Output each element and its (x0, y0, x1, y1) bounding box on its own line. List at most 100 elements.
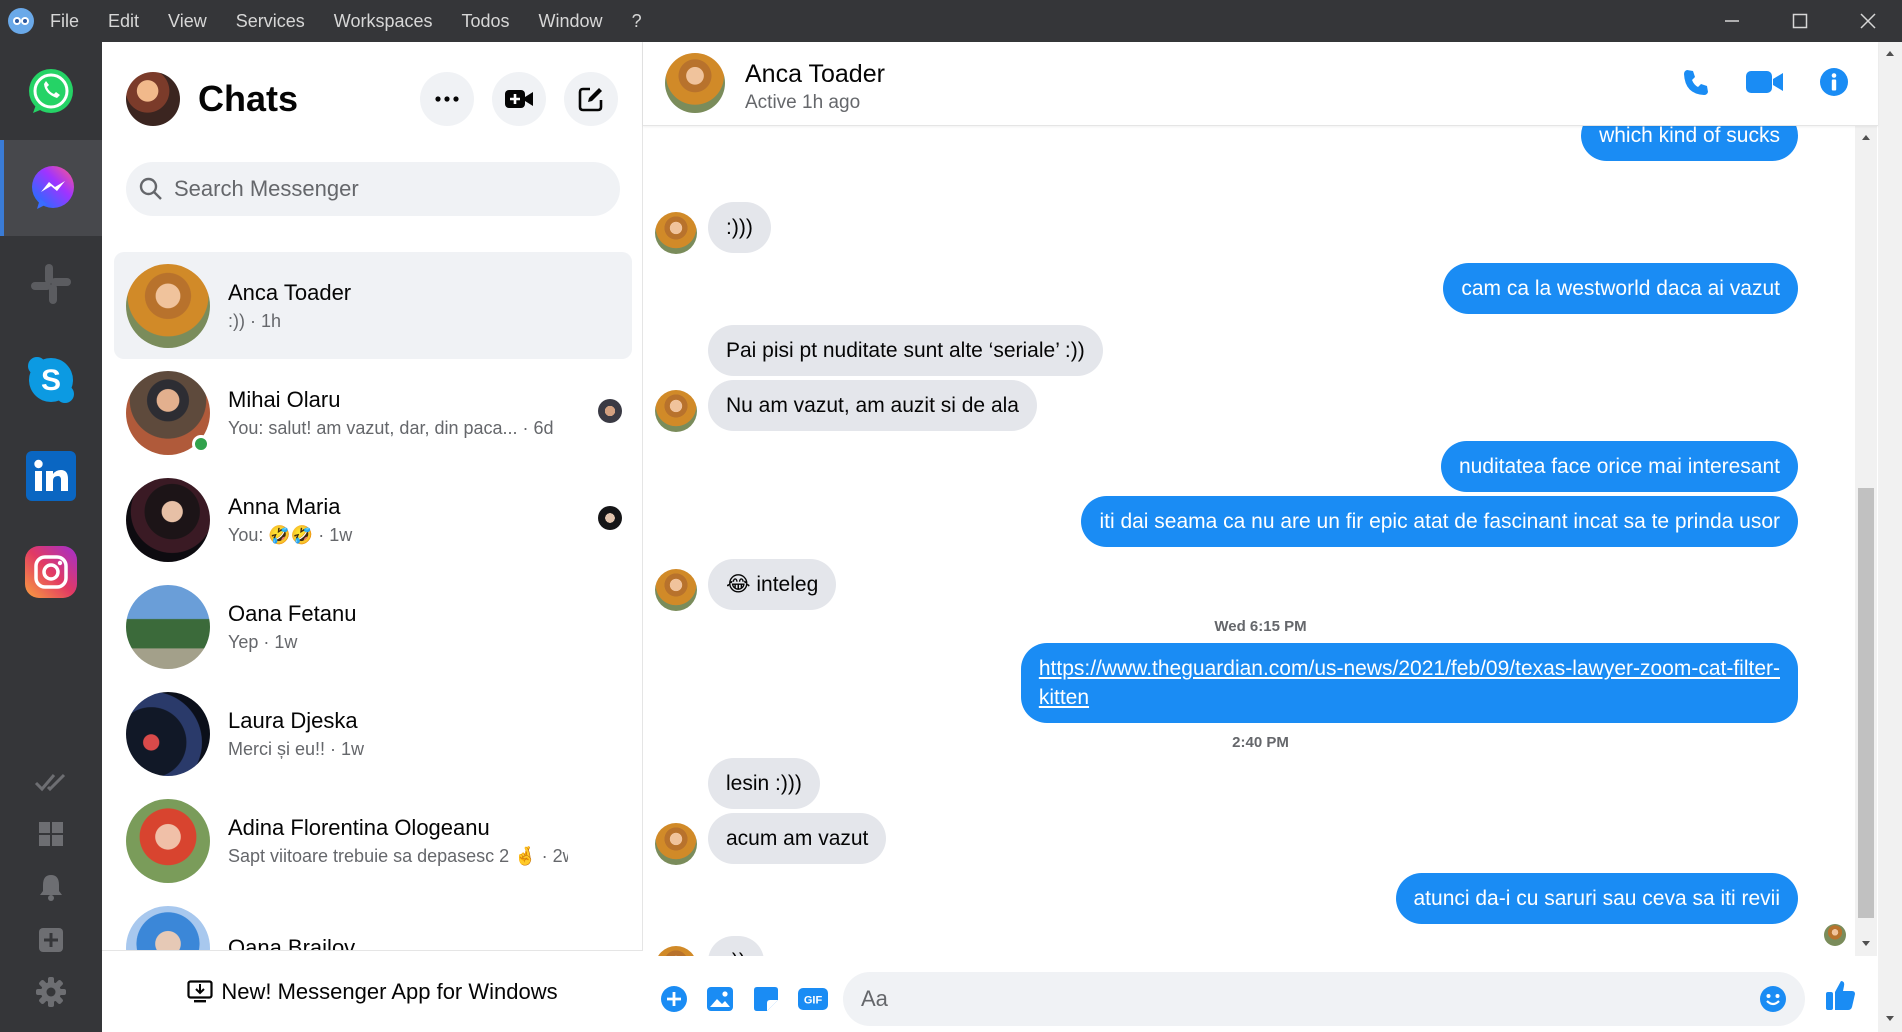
window-scroll-up-icon[interactable] (1878, 46, 1902, 60)
settings-icon (36, 977, 66, 1007)
scroll-down-icon[interactable] (1855, 937, 1877, 951)
conversation-item-oana-brailov[interactable]: Oana Brailov (114, 894, 632, 952)
menu-view[interactable]: View (168, 11, 207, 32)
message-input-box[interactable] (843, 972, 1805, 1026)
contact-name[interactable]: Anca Toader (745, 60, 885, 89)
menu-help[interactable]: ? (632, 11, 642, 32)
window-scroll-down-icon[interactable] (1878, 1012, 1902, 1026)
conversation-name: Anca Toader (228, 279, 352, 305)
conversation-item-mihai-olaru[interactable]: Mihai Olaru You: salut! am vazut, dar, d… (114, 359, 632, 466)
add-service-button[interactable] (0, 920, 102, 960)
conversation-item-anca-toader[interactable]: Anca Toader :)) · 1h (114, 252, 632, 359)
conversation-preview: Sapt viitoare trebuie sa depasesc 2 🤞 · … (228, 845, 568, 866)
message-outgoing: which kind of sucks (1581, 126, 1798, 161)
chats-header: Chats (102, 42, 643, 157)
conversation-item-oana-fetanu[interactable]: Oana Fetanu Yep · 1w (114, 573, 632, 680)
message-incoming: Nu am vazut, am auzit si de ala (708, 380, 1037, 431)
avatar (126, 584, 210, 669)
search-bar[interactable] (126, 162, 620, 216)
conversation-item-anna-maria[interactable]: Anna Maria You: 🤣🤣 · 1w (114, 466, 632, 573)
service-slack[interactable] (0, 236, 102, 332)
message-incoming: 😂 inteleg (708, 559, 837, 610)
scroll-up-icon[interactable] (1855, 130, 1877, 144)
message-incoming: acum am vazut (708, 813, 887, 864)
search-input[interactable] (174, 176, 594, 202)
workspaces-icon (39, 822, 63, 846)
menu-services[interactable]: Services (236, 11, 305, 32)
menu-todos[interactable]: Todos (461, 11, 509, 32)
instagram-icon (25, 546, 77, 598)
service-messenger[interactable] (0, 140, 102, 236)
conversation-pane: Anca Toader Active 1h ago which kind of … (643, 42, 1878, 1032)
message-incoming: Pai pisi pt nuditate sunt alte ‘seriale’… (708, 325, 1103, 376)
service-instagram[interactable] (0, 524, 102, 620)
workspaces-button[interactable] (0, 814, 102, 854)
avatar (126, 263, 210, 348)
conversation-item-laura-djeska[interactable]: Laura Djeska Merci și eu!! · 1w (114, 680, 632, 787)
svg-text:S: S (41, 364, 61, 397)
close-icon (1860, 13, 1876, 29)
search-icon (139, 177, 162, 200)
menu-edit[interactable]: Edit (108, 11, 139, 32)
my-avatar[interactable] (126, 72, 180, 126)
more-actions-button[interactable] (657, 982, 691, 1016)
thumbs-up-icon (1826, 981, 1855, 1010)
conversation-item-adina-florentina-ologeanu[interactable]: Adina Florentina Ologeanu Sapt viitoare … (114, 787, 632, 894)
window-scrollbar[interactable] (1878, 42, 1902, 1032)
conversation-preview: You: salut! am vazut, dar, din paca... ·… (228, 417, 554, 438)
voice-call-button[interactable] (1676, 62, 1716, 102)
maximize-button[interactable] (1766, 0, 1834, 42)
new-room-button[interactable] (492, 72, 546, 126)
conversation-name: Laura Djeska (228, 707, 358, 733)
desktop-download-icon (187, 979, 213, 1002)
settings-button[interactable] (0, 972, 102, 1012)
sender-avatar (655, 390, 697, 432)
conversation-info-button[interactable] (1814, 62, 1854, 102)
promo-label: New! Messenger App for Windows (221, 978, 558, 1004)
message-outgoing: atunci da-i cu saruri sau ceva sa iti re… (1395, 873, 1798, 924)
menu-file[interactable]: File (50, 11, 79, 32)
message-incoming: lesin :))) (708, 758, 820, 809)
contact-avatar[interactable] (665, 53, 725, 113)
conversation-header: Anca Toader Active 1h ago (643, 42, 1878, 126)
message-outgoing: cam ca la westworld daca ai vazut (1443, 263, 1798, 314)
conversation-name: Adina Florentina Ologeanu (228, 814, 490, 840)
shared-link-continued[interactable]: kitten (1039, 686, 1089, 709)
send-like-button[interactable] (1823, 978, 1859, 1012)
gif-button[interactable]: GIF (795, 982, 831, 1016)
message-input[interactable] (861, 984, 1741, 1014)
menu-window[interactable]: Window (539, 11, 603, 32)
emoji-icon[interactable] (1759, 985, 1787, 1013)
sticker-button[interactable] (749, 982, 783, 1016)
scrollbar-thumb[interactable] (1858, 488, 1874, 918)
todos-button[interactable] (0, 762, 102, 802)
conversation-list: Anca Toader :)) · 1h Mihai Olaru You: sa… (114, 252, 632, 952)
more-options-button[interactable] (420, 72, 474, 126)
menu-workspaces[interactable]: Workspaces (334, 11, 433, 32)
conversation-preview: Yep · 1w (228, 631, 298, 652)
attach-photo-button[interactable] (703, 982, 737, 1016)
seen-avatar (598, 399, 622, 423)
svg-text:GIF: GIF (804, 995, 823, 1007)
timestamp: Wed 6:15 PM (1214, 618, 1307, 635)
shared-link[interactable]: https://www.theguardian.com/us-news/2021… (1039, 657, 1780, 680)
conversation-preview: Merci și eu!! · 1w (228, 738, 365, 759)
notifications-button[interactable] (0, 867, 102, 907)
service-skype[interactable]: S (0, 332, 102, 428)
image-icon (707, 987, 733, 1011)
video-call-button[interactable] (1743, 62, 1787, 102)
minimize-button[interactable] (1698, 0, 1766, 42)
new-message-button[interactable] (564, 72, 618, 126)
messenger-app-promo[interactable]: New! Messenger App for Windows (102, 950, 643, 1032)
close-button[interactable] (1834, 0, 1902, 42)
message-outgoing: nuditatea face orice mai interesant (1440, 441, 1798, 492)
service-whatsapp[interactable] (0, 44, 102, 140)
messenger-icon (26, 161, 80, 215)
service-linkedin[interactable] (0, 428, 102, 524)
sender-avatar (655, 569, 697, 611)
message-scrollbar[interactable] (1855, 126, 1877, 956)
conversation-preview: :)) · 1h (228, 310, 282, 331)
compose-icon (578, 87, 603, 112)
chats-sidebar: Chats Anca Toader :)) · 1h (102, 42, 643, 1032)
avatar (126, 905, 210, 952)
